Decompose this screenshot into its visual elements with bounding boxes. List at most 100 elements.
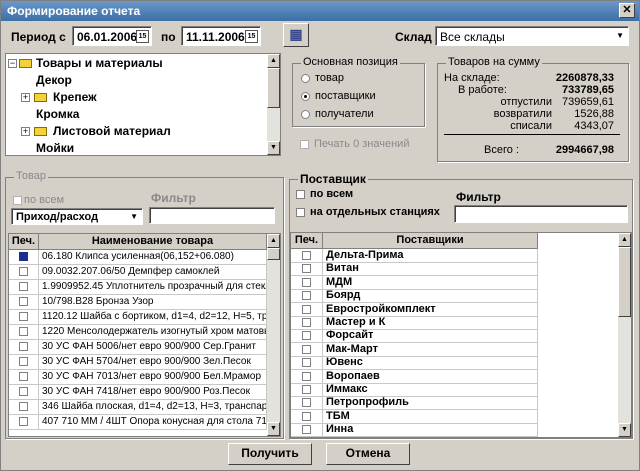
scroll-up-icon[interactable]: ▲ [267,234,280,248]
table-row[interactable]: 30 УС ФАН 7013/нет евро 900/900 Бел.Мрам… [39,370,267,385]
suppliers-col-print[interactable]: Печ. [291,233,323,249]
table-row-print[interactable] [291,275,323,290]
table-row-print[interactable] [291,302,323,317]
goods-filter-input[interactable] [149,207,275,224]
goods-col-print[interactable]: Печ. [9,234,39,250]
row-print-checkbox[interactable] [19,267,28,276]
date-from-calendar-icon[interactable]: 15 [136,30,149,43]
expand-icon[interactable]: + [21,127,30,136]
table-row-print[interactable] [9,295,39,310]
row-print-checkbox[interactable] [19,252,28,261]
table-row-print[interactable] [9,415,39,430]
suppliers-scroll-thumb[interactable] [618,247,631,317]
chevron-down-icon[interactable]: ▼ [130,212,138,221]
suppliers-all-checkbox[interactable] [296,190,305,199]
scroll-down-icon[interactable]: ▼ [618,423,631,437]
list-item[interactable]: МДМ [323,275,538,290]
table-row-print[interactable] [291,249,323,263]
calendar-button[interactable]: ▦ [283,23,309,47]
suppliers-filter-input[interactable] [454,205,628,223]
row-print-checkbox[interactable] [19,372,28,381]
goods-scrollbar[interactable]: ▲ ▼ [267,234,280,436]
table-row-print[interactable] [9,355,39,370]
row-print-checkbox[interactable] [302,425,311,435]
row-print-checkbox[interactable] [302,291,311,301]
list-item[interactable]: Витан [323,262,538,277]
list-item[interactable]: Воропаев [323,369,538,384]
scroll-down-icon[interactable]: ▼ [267,141,280,155]
row-print-checkbox[interactable] [302,251,311,260]
table-row[interactable]: 30 УС ФАН 5704/нет евро 900/900 Зел.Песо… [39,355,267,370]
category-tree[interactable]: − Товары и материалы Декор + Крепеж Кром… [5,53,281,156]
tree-scrollbar[interactable]: ▲ ▼ [267,54,280,155]
list-item[interactable]: Петропрофиль [323,396,538,411]
table-row-print[interactable] [9,400,39,415]
table-row-print[interactable] [9,250,39,265]
table-row-print[interactable] [291,369,323,384]
row-print-checkbox[interactable] [19,342,28,351]
radio-suppliers[interactable] [301,92,310,101]
list-item[interactable]: Мастер и К [323,316,538,330]
row-print-checkbox[interactable] [19,282,28,291]
row-print-checkbox[interactable] [302,411,311,421]
list-item[interactable]: Форсайт [323,329,538,344]
row-print-checkbox[interactable] [302,358,311,368]
table-row-print[interactable] [291,289,323,304]
table-row-print[interactable] [291,316,323,330]
table-row[interactable]: 06.180 Клипса усиленная(06,152+06.080) [39,250,267,265]
goods-col-name[interactable]: Наименование товара [39,234,267,250]
list-item[interactable]: Дельта-Прима [323,249,538,263]
table-row-print[interactable] [9,325,39,340]
table-row-print[interactable] [9,310,39,325]
row-print-checkbox[interactable] [302,304,311,314]
print-zero-checkbox[interactable] [300,140,309,149]
row-print-checkbox[interactable] [19,327,28,336]
table-row-print[interactable] [291,409,323,424]
row-print-checkbox[interactable] [302,318,311,327]
tree-item[interactable]: − Товары и материалы [6,55,268,72]
table-row-print[interactable] [291,329,323,344]
row-print-checkbox[interactable] [302,331,311,341]
row-print-checkbox[interactable] [302,344,311,354]
table-row-print[interactable] [9,280,39,295]
list-item[interactable]: ТБМ [323,409,538,424]
goods-table[interactable]: Печ. Наименование товара 06.180 Клипса у… [8,233,281,437]
table-row-print[interactable] [9,340,39,355]
row-print-checkbox[interactable] [19,297,28,306]
row-print-checkbox[interactable] [302,371,311,381]
expand-icon[interactable]: + [21,93,30,102]
row-print-checkbox[interactable] [19,357,28,366]
tree-scroll-thumb[interactable] [267,68,280,108]
goods-scroll-thumb[interactable] [267,248,280,260]
table-row[interactable]: 10/798.B28 Бронза Узор [39,295,267,310]
suppliers-scrollbar[interactable]: ▲ ▼ [618,233,631,437]
list-item[interactable]: Мак-Март [323,342,538,357]
table-row[interactable]: 1.9909952.45 Уплотнитель прозрачный для … [39,280,267,295]
date-to-field[interactable]: 11.11.2006 15 [181,26,261,46]
scroll-up-icon[interactable]: ▲ [267,54,280,68]
goods-all-checkbox[interactable] [13,196,22,205]
table-row-print[interactable] [9,385,39,400]
goods-mode-select[interactable]: Приход/расход ▼ [11,208,143,225]
table-row-print[interactable] [291,262,323,277]
table-row[interactable]: 1220 Менсолодержатель изогнутый хром мат… [39,325,267,340]
table-row-print[interactable] [9,370,39,385]
list-item[interactable]: Евростройкомплект [323,302,538,317]
close-button[interactable]: ✕ [619,3,635,18]
table-row[interactable]: 407 710 ММ / 4ШТ Опора конусная для стол… [39,415,267,430]
row-print-checkbox[interactable] [302,385,311,394]
scroll-up-icon[interactable]: ▲ [618,233,631,247]
row-print-checkbox[interactable] [19,402,28,411]
scroll-down-icon[interactable]: ▼ [267,422,280,436]
table-row-print[interactable] [291,423,323,437]
table-row-print[interactable] [291,356,323,371]
date-from-field[interactable]: 06.01.2006 15 [72,26,152,46]
table-row[interactable]: 30 УС ФАН 5006/нет евро 900/900 Сер.Гран… [39,340,267,355]
list-item[interactable]: Боярд [323,289,538,304]
suppliers-col-name[interactable]: Поставщики [323,233,538,249]
cancel-button[interactable]: Отмена [326,443,410,465]
table-row-print[interactable] [291,396,323,411]
table-row-print[interactable] [9,265,39,280]
row-print-checkbox[interactable] [302,277,311,287]
submit-button[interactable]: Получить [228,443,312,465]
